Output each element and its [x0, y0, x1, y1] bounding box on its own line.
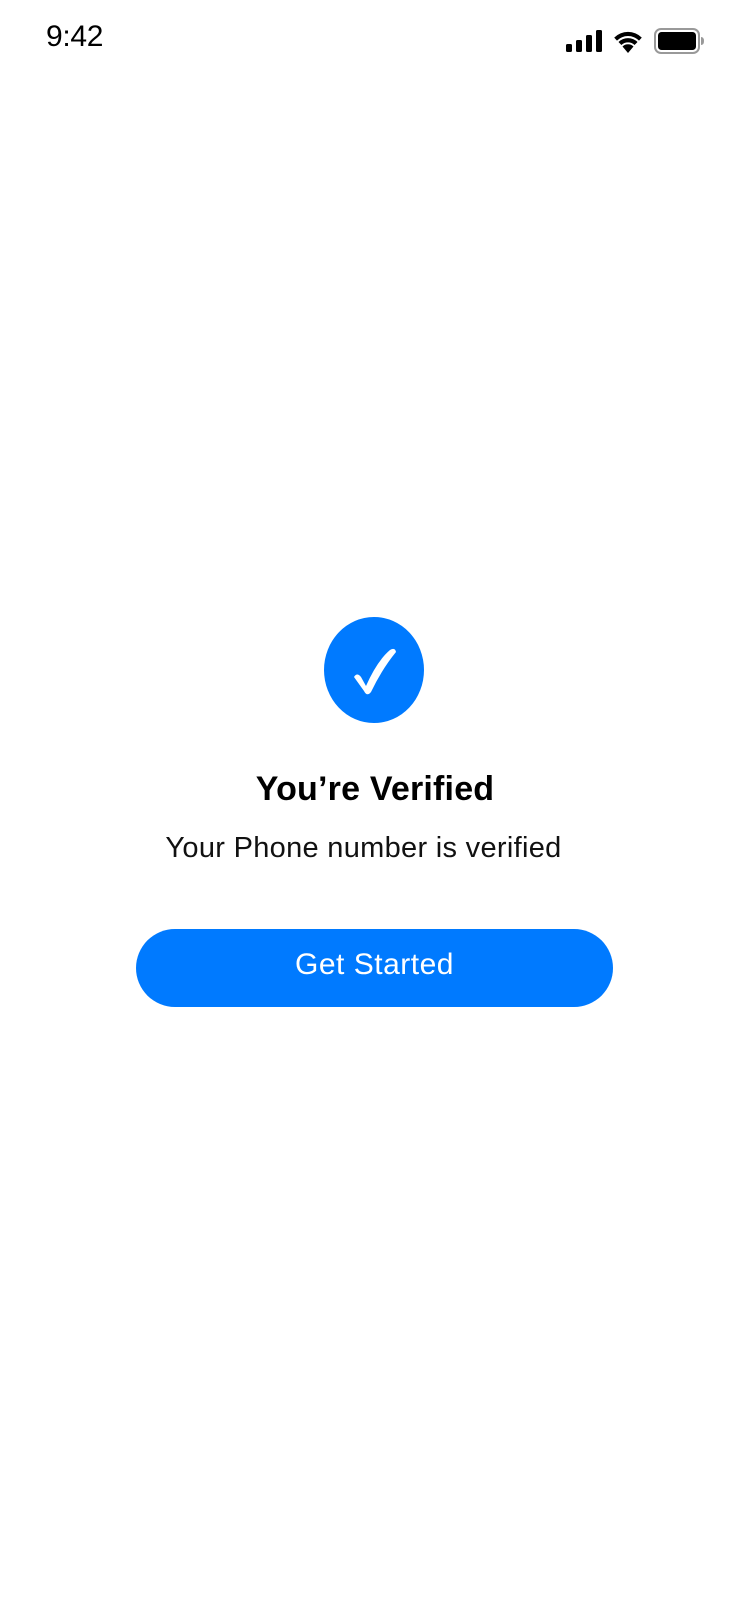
status-time: 9:42	[46, 20, 104, 53]
page-subtitle: Your Phone number is verified	[165, 832, 562, 864]
page-title: You’re Verified	[255, 770, 495, 808]
verified-screen: 9:42 You’re Verified Your Phone number i…	[0, 0, 750, 1624]
battery-icon	[654, 28, 704, 54]
cellular-signal-icon	[566, 30, 602, 52]
wifi-icon	[612, 29, 644, 53]
status-bar: 9:42	[0, 0, 750, 88]
status-icons	[566, 28, 704, 54]
get-started-button[interactable]: Get Started	[136, 929, 613, 1007]
checkmark-circle-icon	[324, 617, 424, 723]
